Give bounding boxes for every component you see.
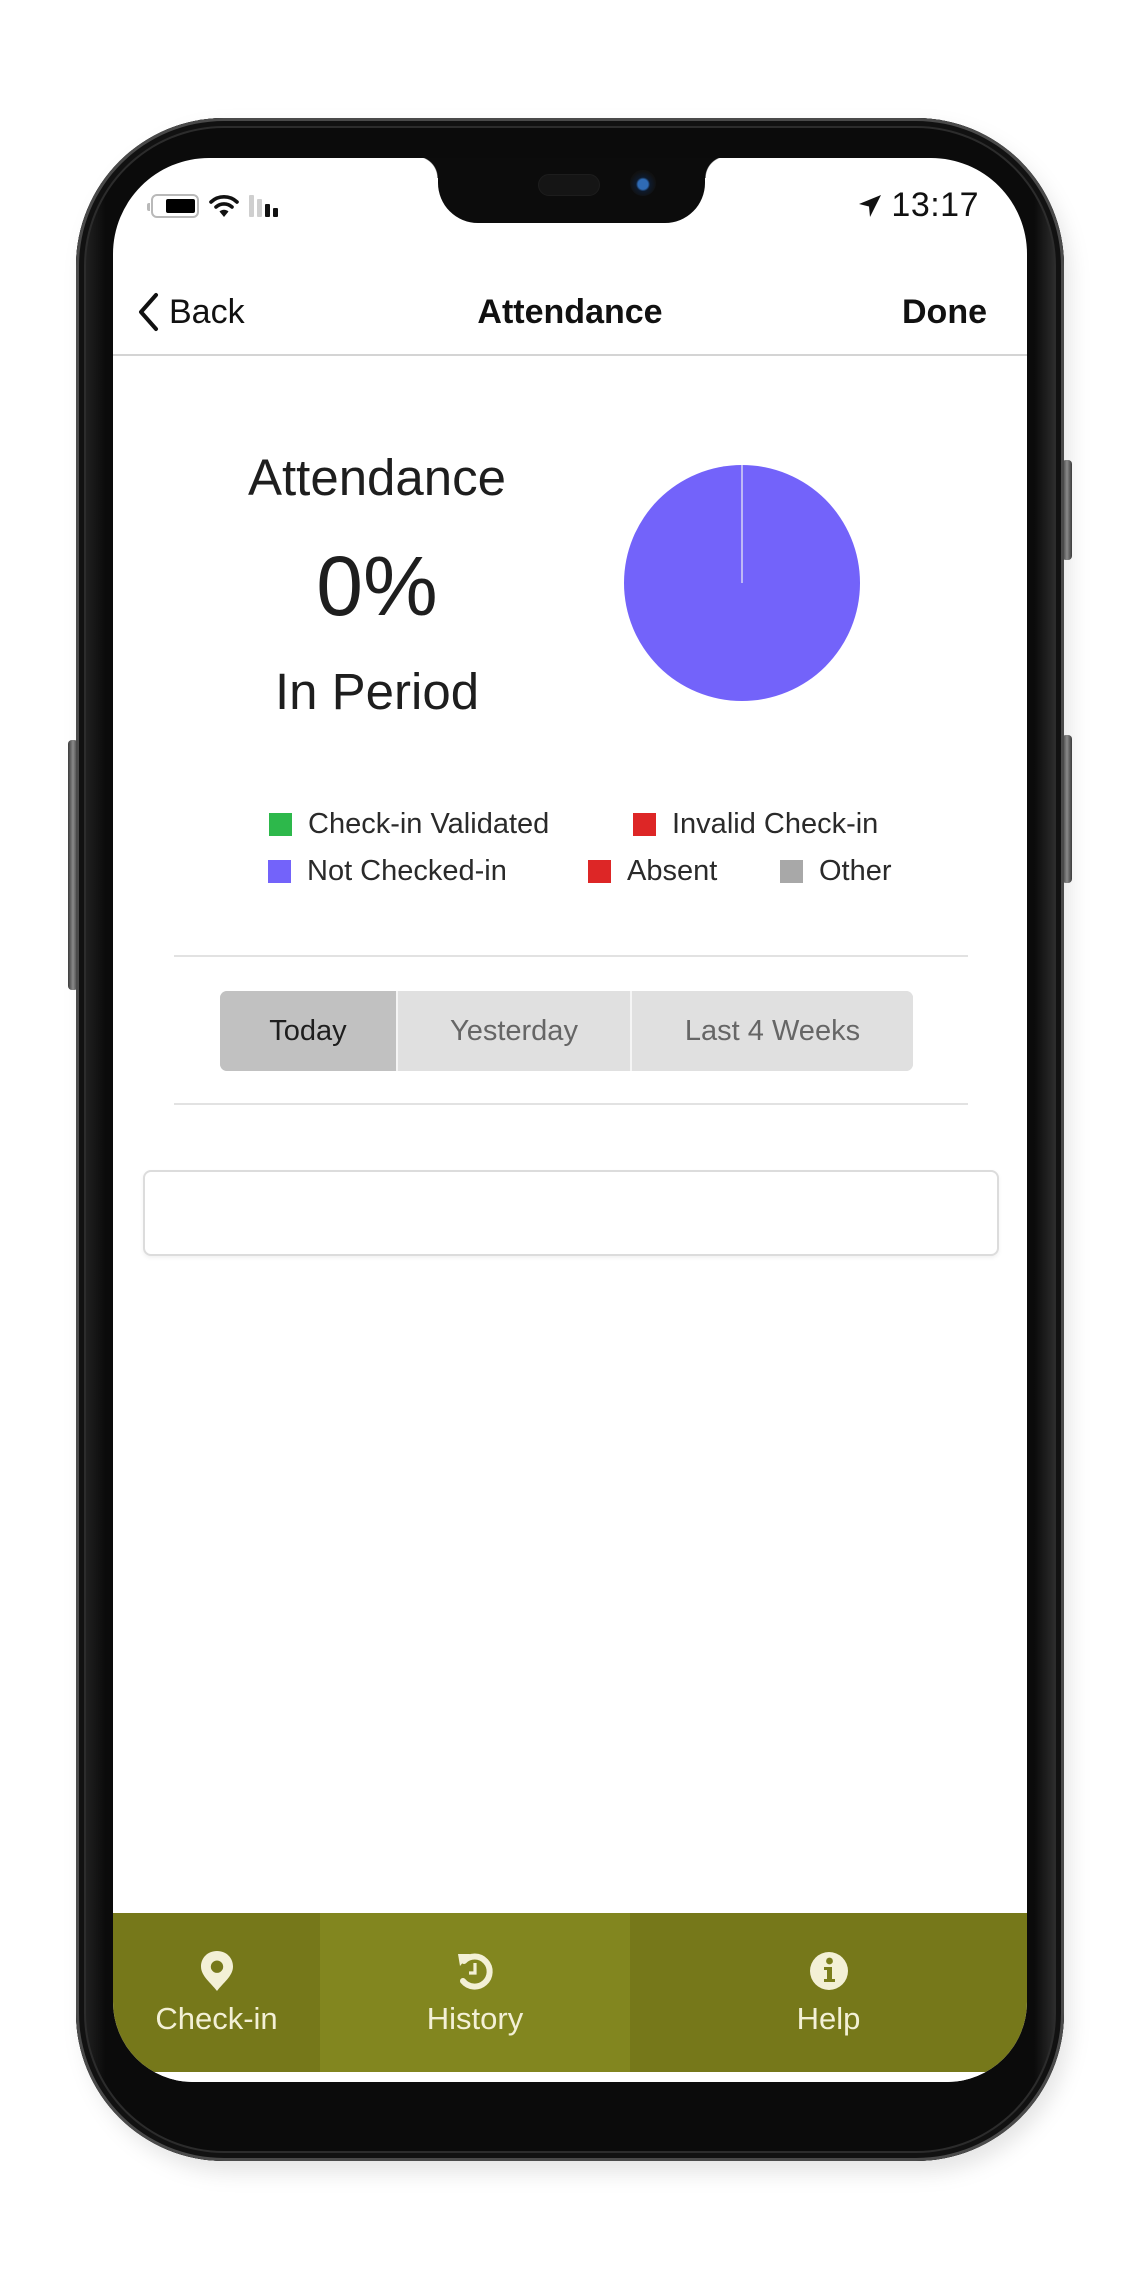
segment-today[interactable]: Today	[220, 991, 398, 1071]
tab-help[interactable]: Help	[630, 1913, 1027, 2072]
legend-item: Other	[780, 853, 892, 889]
legend-swatch	[780, 859, 803, 883]
status-bar-left	[147, 191, 278, 221]
legend-item: Absent	[588, 853, 717, 889]
tab-label: Help	[796, 2000, 861, 2036]
divider-top	[174, 955, 968, 957]
divider-bottom	[174, 1103, 968, 1105]
info-icon	[809, 1951, 848, 1990]
page-title: Attendance	[477, 293, 663, 331]
legend-label: Invalid Check-in	[672, 807, 879, 840]
battery-icon	[147, 194, 199, 218]
earpiece-speaker	[538, 174, 600, 196]
legend-label: Check-in Validated	[308, 807, 550, 840]
segment-last-4-weeks[interactable]: Last 4 Weeks	[632, 991, 913, 1071]
legend-swatch	[268, 859, 291, 883]
legend-swatch	[633, 812, 656, 836]
attendance-pie-chart	[624, 465, 860, 701]
history-icon	[458, 1953, 493, 1990]
app-screen: 13:17 Back Attendance Done Attendance 0%…	[113, 158, 1027, 2082]
location-arrow-icon	[859, 194, 882, 217]
navigation-bar: Back Attendance Done	[113, 268, 1027, 356]
status-bar-right: 13:17	[857, 186, 979, 225]
camera-notch	[416, 158, 727, 223]
legend-item: Not Checked-in	[268, 853, 507, 889]
legend-label: Absent	[627, 854, 718, 887]
home-indicator-area	[113, 2072, 1027, 2082]
cellular-signal-icon	[249, 195, 278, 217]
front-camera	[630, 170, 656, 196]
legend-swatch	[269, 812, 292, 836]
wifi-icon	[209, 195, 239, 217]
attendance-details-box[interactable]	[143, 1170, 999, 1256]
period-segmented-control: Today Yesterday Last 4 Weeks	[220, 991, 913, 1071]
legend-item: Check-in Validated	[269, 806, 549, 842]
legend-label: Not Checked-in	[307, 854, 507, 887]
tab-bar: Check-in History Help	[113, 1913, 1027, 2072]
legend-item: Invalid Check-in	[633, 806, 878, 842]
legend-label: Other	[819, 854, 892, 887]
done-button[interactable]: Done	[902, 288, 987, 336]
attendance-percentage: 0%	[316, 539, 438, 633]
attendance-label: Attendance	[247, 449, 507, 506]
period-label: In Period	[274, 663, 480, 720]
map-pin-icon	[200, 1950, 233, 1991]
tab-label: Check-in	[155, 2000, 278, 2036]
legend-swatch	[588, 859, 611, 883]
status-time: 13:17	[891, 186, 979, 224]
tab-label: History	[426, 2000, 524, 2036]
tab-history[interactable]: History	[320, 1913, 630, 2072]
segment-yesterday[interactable]: Yesterday	[398, 991, 632, 1071]
tab-check-in[interactable]: Check-in	[113, 1913, 320, 2072]
